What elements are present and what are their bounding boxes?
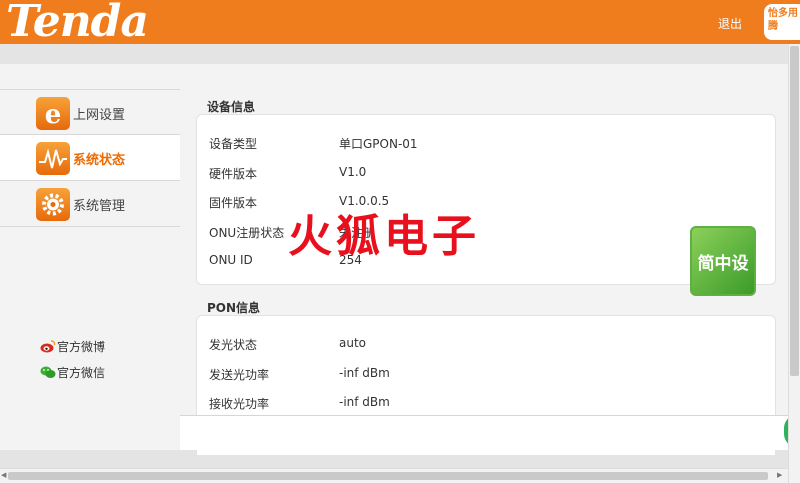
row-value: -inf dBm <box>339 395 390 409</box>
row-label: 硬件版本 <box>209 167 258 181</box>
row-value: auto <box>339 336 367 350</box>
weibo-label: 官方微博 <box>57 340 106 354</box>
info-row: 发光状态 auto <box>209 336 749 356</box>
row-label: ONU注册状态 <box>209 226 285 240</box>
status-icon <box>36 142 70 175</box>
logout-link[interactable]: 退出 <box>718 15 742 32</box>
sidebar-item-label: 系统管理 <box>73 199 126 214</box>
internet-icon: e <box>36 97 70 130</box>
corner-badge[interactable]: 怡多用腾 <box>764 4 800 40</box>
svg-text:e: e <box>45 100 62 130</box>
tenda-logo: Tenda <box>6 0 149 47</box>
horizontal-scrollbar[interactable]: ◀ ▶ <box>0 468 788 483</box>
pon-info-title: PON信息 <box>207 301 261 315</box>
sidebar-item-label: 系统状态 <box>73 153 126 168</box>
scroll-right-icon[interactable]: ▶ <box>777 471 782 479</box>
sidebar-item-internet-setup[interactable]: e 上网设置 <box>0 89 180 135</box>
vertical-scroll-thumb[interactable] <box>790 46 799 376</box>
info-row: 设备类型 单口GPON-01 <box>209 135 749 155</box>
row-label: 接收光功率 <box>209 397 270 411</box>
row-value: 单口GPON-01 <box>339 137 418 151</box>
scroll-left-icon[interactable]: ◀ <box>1 471 6 479</box>
info-row: 硬件版本 V1.0 <box>209 165 749 185</box>
device-info-title: 设备信息 <box>207 100 256 114</box>
vertical-scrollbar[interactable] <box>788 44 800 483</box>
sidebar: e 上网设置 系统状态 系统管理 官方微博 官方微信 <box>0 64 180 450</box>
wechat-icon <box>40 365 56 379</box>
wechat-link[interactable]: 官方微信 <box>40 364 105 381</box>
row-value: -inf dBm <box>339 366 390 380</box>
device-info-card: 设备类型 单口GPON-01 硬件版本 V1.0 固件版本 V1.0.0.5 O… <box>196 114 776 285</box>
row-label: 设备类型 <box>209 137 258 151</box>
sidebar-item-system-status[interactable]: 系统状态 <box>0 135 180 181</box>
row-value: V1.0 <box>339 165 367 179</box>
sidebar-item-label: 上网设置 <box>73 108 126 123</box>
row-label: 发送光功率 <box>209 368 270 382</box>
top-header: Tenda 退出 怡多用腾 <box>0 0 800 47</box>
weibo-icon <box>40 339 56 353</box>
footer-area <box>180 416 788 450</box>
row-label: 固件版本 <box>209 196 258 210</box>
sidebar-item-system-management[interactable]: 系统管理 <box>0 181 180 227</box>
wechat-label: 官方微信 <box>57 366 106 380</box>
watermark-text: 火狐电子 <box>288 211 480 262</box>
row-label: 发光状态 <box>209 338 258 352</box>
gear-icon <box>36 188 70 221</box>
stamp-badge[interactable]: 简中设 <box>690 226 756 296</box>
horizontal-scroll-thumb[interactable] <box>8 472 768 480</box>
info-row: 发送光功率 -inf dBm <box>209 366 749 386</box>
info-row: 接收光功率 -inf dBm <box>209 395 749 415</box>
weibo-link[interactable]: 官方微博 <box>40 338 105 355</box>
row-label: ONU ID <box>209 253 253 267</box>
